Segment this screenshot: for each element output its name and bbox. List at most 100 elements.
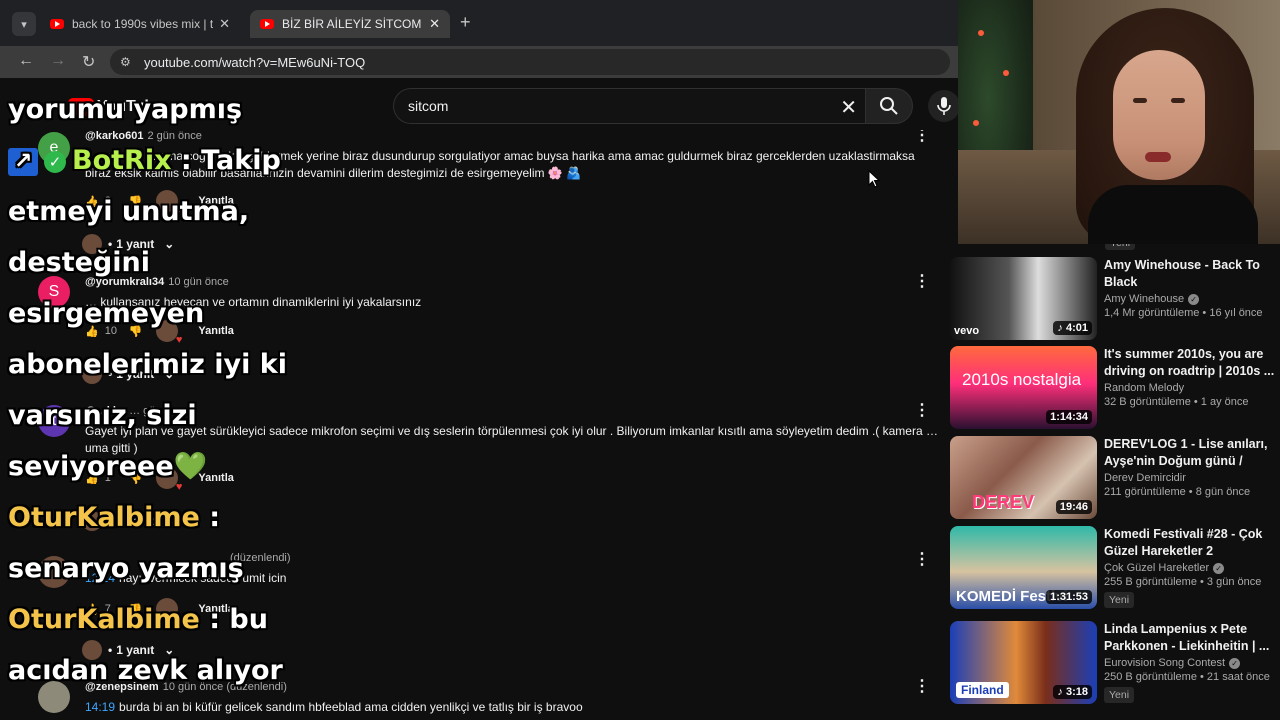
like-icon[interactable]: 👍 — [85, 325, 99, 338]
comment-actions: 👍 1 👎 Yanıtla — [85, 467, 234, 493]
new-badge: Yeni — [1104, 592, 1135, 608]
replies-label: 1 yanıt — [116, 237, 155, 251]
video-duration: ♪ 4:01 — [1053, 321, 1092, 335]
video-title[interactable]: Amy Winehouse - Back To Black — [1104, 257, 1280, 291]
channel-name[interactable]: Eurovision Song Contest ✓ — [1104, 657, 1280, 669]
more-actions-icon[interactable]: ⋮ — [914, 274, 930, 290]
comment-body: hayır vermicek sadece umit icin — [119, 571, 287, 585]
channel-name[interactable]: Derev Demircidir — [1104, 472, 1280, 484]
comment-author[interactable]: @yorumkralı34 — [85, 276, 164, 288]
dislike-icon[interactable]: 👎 — [129, 195, 143, 208]
comment-time[interactable]: 10 gün önce (düzenlendi) — [163, 681, 287, 693]
comment-author[interactable]: @…kky — [85, 405, 125, 417]
dislike-icon[interactable]: 👎 — [129, 472, 143, 485]
related-video[interactable]: vevo ♪ 4:01 Amy Winehouse - Back To Blac… — [950, 257, 1280, 341]
channel-text: Amy Winehouse — [1104, 293, 1185, 305]
channel-name[interactable]: Random Melody — [1104, 382, 1280, 394]
verified-icon: ✓ — [1188, 293, 1200, 305]
microphone-icon — [937, 97, 951, 115]
eye — [1171, 98, 1185, 103]
video-stats: 32 B görüntüleme • 1 ay önce — [1104, 396, 1249, 408]
comment-text: …ş sitcom … ama cogunlukla guldurmek yer… — [85, 149, 915, 180]
search-input[interactable] — [408, 98, 808, 114]
youtube-logo[interactable]: YouTube — [68, 98, 163, 116]
browser-tab-2-active[interactable]: BİZ BİR AİLEYİZ SİTCOM - 1.BÖ ✕ — [250, 10, 450, 38]
avatar[interactable]: S — [38, 276, 70, 308]
new-tab-icon[interactable]: + — [460, 12, 471, 33]
video-thumbnail[interactable]: KOMEDİ Festivi 1:31:53 — [950, 526, 1097, 609]
tree-light — [978, 30, 984, 36]
site-info-icon[interactable]: ⚙ — [120, 55, 138, 69]
duration-text: 4:01 — [1065, 322, 1088, 334]
timestamp-link[interactable]: 12:24 — [85, 571, 115, 585]
comment-actions: 👍 10 👎 Yanıtla — [85, 320, 234, 346]
related-video[interactable]: Finland ♪ 3:18 Linda Lampenius x Pete Pa… — [950, 621, 1280, 705]
view-replies-button[interactable]: • 1 yanıt ⌄ — [82, 640, 174, 660]
avatar-letter: e — [49, 139, 59, 156]
reply-button[interactable]: Yanıtla — [198, 195, 233, 207]
view-replies-button[interactable]: • 1 yanıt ⌄ — [82, 511, 174, 531]
close-tab-icon[interactable]: ✕ — [429, 16, 440, 32]
more-actions-icon[interactable]: ⋮ — [914, 552, 930, 568]
comment-author[interactable]: @karko601 — [85, 130, 143, 142]
video-thumbnail[interactable]: 2010s nostalgia 1:14:34 — [950, 346, 1097, 429]
webcam-overlay — [958, 0, 1280, 244]
avatar[interactable] — [38, 556, 70, 588]
like-count: 10 — [104, 325, 117, 337]
comment-time[interactable]: … gün önce — [129, 405, 188, 417]
tab-search-button[interactable]: ▾ — [12, 12, 36, 36]
comment-time[interactable]: (düzenlendi) — [230, 552, 291, 564]
view-replies-button[interactable]: • 1 yanıt ⌄ — [82, 234, 174, 254]
creator-heart-icon — [156, 467, 182, 493]
back-arrow-icon[interactable]: ← — [18, 52, 34, 70]
avatar — [82, 511, 102, 531]
reply-button[interactable]: Yanıtla — [198, 325, 233, 337]
video-title[interactable]: It's summer 2010s, you are driving on ro… — [1104, 346, 1280, 380]
related-video[interactable]: DEREV 19:46 DEREV'LOG 1 - Lise anıları, … — [950, 436, 1280, 520]
timestamp-link[interactable]: 14:19 — [85, 700, 115, 714]
reload-icon[interactable]: ↻ — [82, 52, 95, 72]
related-video[interactable]: KOMEDİ Festivi 1:31:53 Komedi Festivali … — [950, 526, 1280, 610]
clear-search-icon[interactable]: ✕ — [840, 95, 857, 120]
video-info: DEREV'LOG 1 - Lise anıları, Ayşe'nin Doğ… — [1104, 436, 1280, 498]
like-icon[interactable]: 👍 — [85, 603, 99, 616]
browser-tab-1[interactable]: back to 1990s vibes mix | throw ✕ — [40, 10, 240, 38]
video-thumbnail[interactable]: Finland ♪ 3:18 — [950, 621, 1097, 704]
more-actions-icon[interactable]: ⋮ — [914, 130, 930, 144]
comment-text: 14:19 burda bi an bi küfür gelicek sandım… — [85, 699, 940, 716]
avatar[interactable]: t — [38, 405, 70, 437]
video-title[interactable]: DEREV'LOG 1 - Lise anıları, Ayşe'nin Doğ… — [1104, 436, 1280, 470]
avatar[interactable] — [38, 681, 70, 713]
dislike-icon[interactable]: 👎 — [129, 325, 143, 338]
url-bar[interactable]: ⚙ youtube.com/watch?v=MEw6uNi-TOQ — [110, 49, 950, 75]
video-title[interactable]: Linda Lampenius x Pete Parkkonen - Lieki… — [1104, 621, 1280, 655]
related-videos-sidebar: Yeni vevo ♪ 4:01 Amy Winehouse - Back To… — [945, 240, 1280, 720]
reply-button[interactable]: Yanıtla — [198, 472, 233, 484]
close-tab-icon[interactable]: ✕ — [219, 16, 230, 32]
like-icon[interactable]: 👍 — [85, 195, 99, 208]
avatar[interactable]: e — [38, 132, 70, 164]
youtube-wordmark: YouTube — [97, 98, 164, 115]
like-icon[interactable]: 👍 — [85, 472, 99, 485]
video-stats: 250 B görüntüleme • 21 saat önce — [1104, 671, 1270, 683]
channel-name[interactable]: Çok Güzel Hareketler ✓ — [1104, 562, 1280, 574]
forward-arrow-icon[interactable]: → — [50, 52, 66, 70]
voice-search-button[interactable] — [928, 90, 960, 122]
channel-name[interactable]: Amy Winehouse ✓ — [1104, 293, 1280, 305]
video-thumbnail[interactable]: vevo ♪ 4:01 — [950, 257, 1097, 340]
comment-time[interactable]: 2 gün önce — [147, 130, 201, 142]
more-actions-icon[interactable]: ⋮ — [914, 403, 930, 419]
video-title[interactable]: Komedi Festivali #28 - Çok Güzel Hareket… — [1104, 526, 1280, 560]
reply-button[interactable]: Yanıtla — [198, 603, 233, 615]
view-replies-button[interactable]: • 1 yanıt ⌄ — [82, 364, 174, 384]
avatar — [82, 640, 102, 660]
comment-author[interactable]: @zenepsinem — [85, 681, 159, 693]
search-button[interactable] — [865, 88, 913, 124]
more-actions-icon[interactable]: ⋮ — [914, 679, 930, 695]
video-stats: 1,4 Mr görüntüleme • 16 yıl önce — [1104, 307, 1263, 319]
youtube-favicon-icon — [50, 19, 64, 29]
video-thumbnail[interactable]: DEREV 19:46 — [950, 436, 1097, 519]
related-video[interactable]: 2010s nostalgia 1:14:34 It's summer 2010… — [950, 346, 1280, 430]
comment-time[interactable]: 10 gün önce — [168, 276, 229, 288]
dislike-icon[interactable]: 👎 — [129, 603, 143, 616]
